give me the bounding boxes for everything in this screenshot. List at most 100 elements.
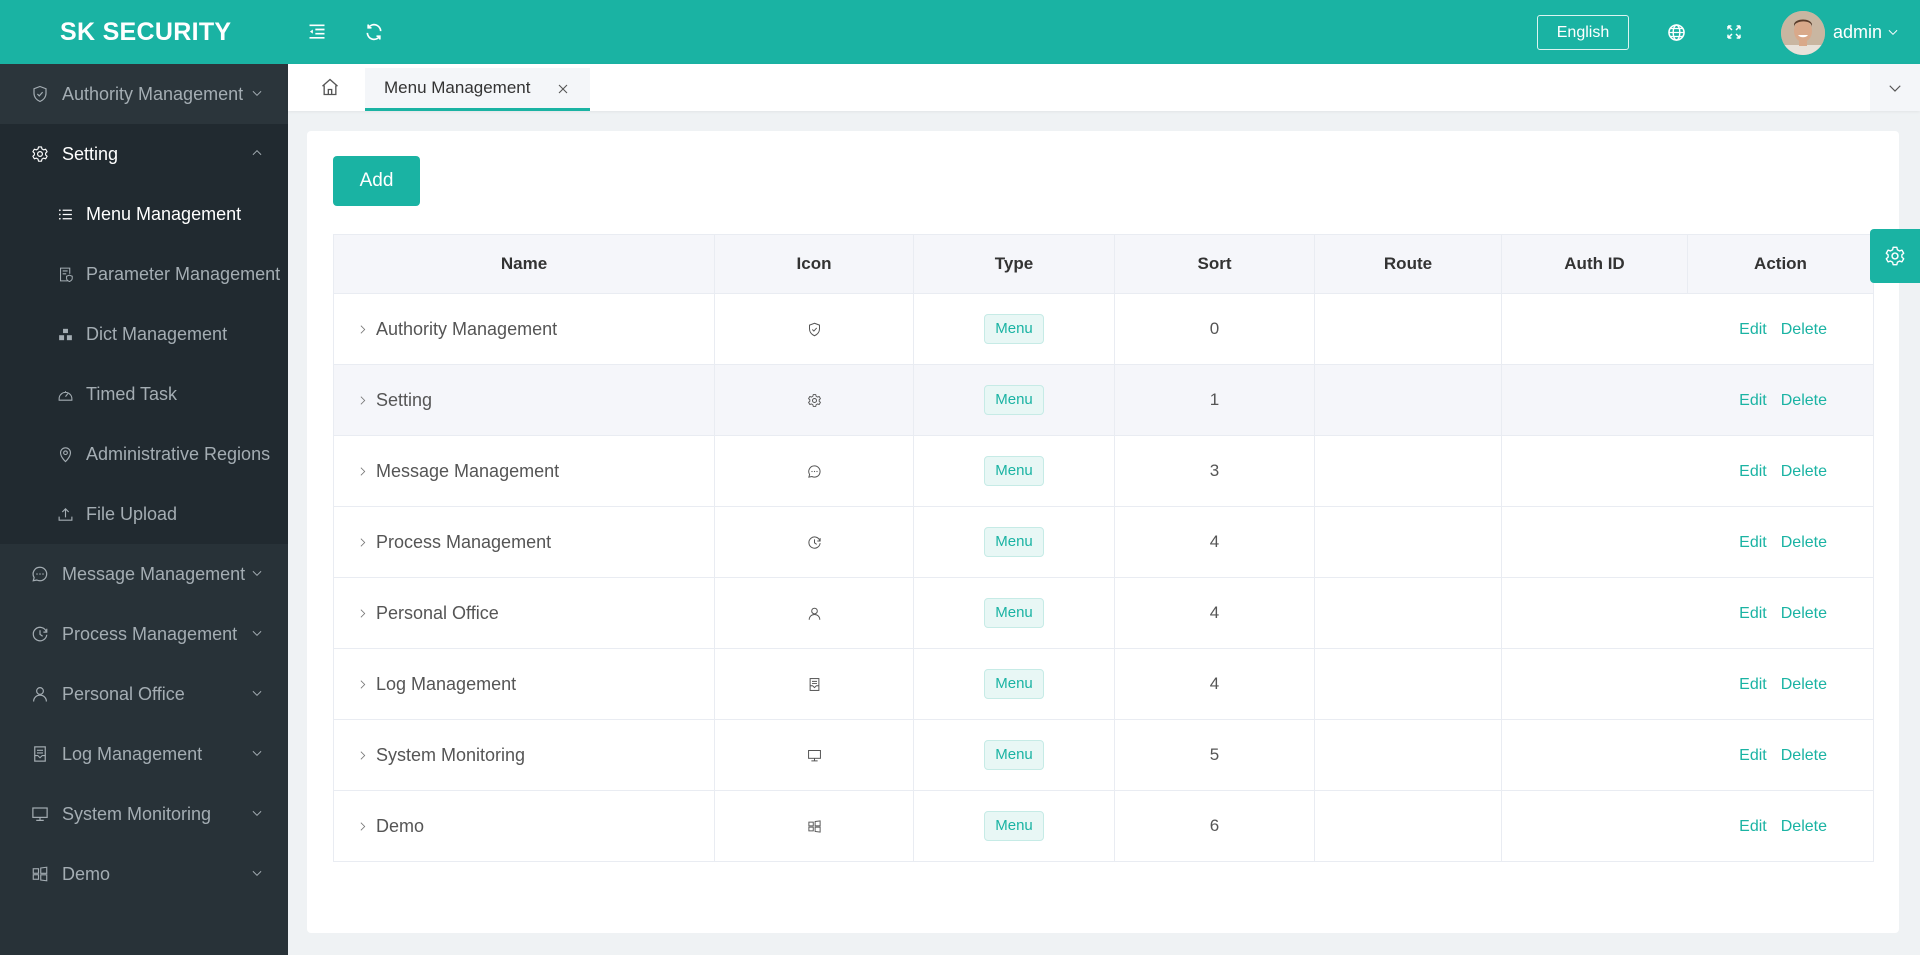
sidebar-item-menu-management[interactable]: Menu Management [0, 184, 288, 244]
cell-type: Menu [913, 648, 1115, 720]
cell-icon [714, 506, 914, 578]
delete-link[interactable]: Delete [1781, 676, 1827, 693]
row-name: Demo [376, 815, 425, 836]
cell-icon [714, 790, 914, 862]
avatar[interactable] [1781, 11, 1825, 55]
cell-sort: 3 [1114, 435, 1315, 507]
grid-icon [30, 864, 50, 884]
expand-row-button[interactable] [354, 605, 370, 621]
sidebar-item-label: Parameter Management [86, 263, 281, 284]
expand-row-button[interactable] [354, 747, 370, 763]
expand-row-button[interactable] [354, 463, 370, 479]
chevron-up-icon [250, 146, 264, 160]
delete-link[interactable]: Delete [1781, 392, 1827, 409]
cell-type: Menu [913, 577, 1115, 649]
cell-sort: 0 [1114, 293, 1315, 365]
close-icon[interactable] [555, 81, 571, 97]
type-tag: Menu [984, 314, 1044, 344]
cell-icon [714, 719, 914, 791]
user-name[interactable]: admin [1833, 0, 1882, 64]
type-tag: Menu [984, 456, 1044, 486]
chevron-down-icon [250, 626, 264, 640]
column-header-type: Type [913, 234, 1115, 294]
tab-menu-management[interactable]: Menu Management [365, 68, 590, 111]
cell-auth-id [1501, 364, 1688, 436]
tabs-more-button[interactable] [1870, 64, 1920, 111]
theme-settings-button[interactable] [1870, 229, 1920, 283]
delete-link[interactable]: Delete [1781, 534, 1827, 551]
delete-link[interactable]: Delete [1781, 605, 1827, 622]
document-shield-icon [56, 265, 74, 283]
edit-link[interactable]: Edit [1739, 534, 1767, 551]
cell-action: Edit Delete [1687, 364, 1874, 436]
edit-link[interactable]: Edit [1739, 463, 1767, 480]
cell-name: Personal Office [333, 577, 715, 649]
chevron-right-icon [356, 678, 369, 691]
content-card: Add Name Icon Type Sort Route Auth ID Ac… [307, 131, 1899, 933]
sidebar-item-parameter-management[interactable]: Parameter Management [0, 244, 288, 304]
sidebar-item-demo[interactable]: Demo [0, 844, 288, 904]
edit-link[interactable]: Edit [1739, 676, 1767, 693]
cell-type: Menu [913, 364, 1115, 436]
cell-action: Edit Delete [1687, 435, 1874, 507]
sidebar-item-label: Process Management [62, 623, 238, 644]
delete-link[interactable]: Delete [1781, 818, 1827, 835]
cell-auth-id [1501, 506, 1688, 578]
collapse-sidebar-button[interactable] [305, 20, 329, 44]
globe-button[interactable] [1664, 20, 1688, 44]
sidebar-item-label: File Upload [86, 503, 178, 524]
cell-route [1314, 719, 1502, 791]
sidebar-item-process-management[interactable]: Process Management [0, 604, 288, 664]
fullscreen-button[interactable] [1722, 20, 1746, 44]
expand-row-button[interactable] [354, 676, 370, 692]
tabs-bar: Menu Management [288, 64, 1920, 111]
language-button[interactable]: English [1537, 15, 1629, 50]
user-avatar-image [1781, 11, 1825, 55]
edit-link[interactable]: Edit [1739, 392, 1767, 409]
sidebar-item-administrative-regions[interactable]: Administrative Regions [0, 424, 288, 484]
user-icon [805, 605, 823, 623]
expand-row-button[interactable] [354, 534, 370, 550]
monitor-icon [805, 747, 823, 765]
sidebar-item-authority-management[interactable]: Authority Management [0, 64, 288, 124]
home-tab[interactable] [320, 77, 340, 97]
sidebar-item-message-management[interactable]: Message Management [0, 544, 288, 604]
globe-icon [1667, 23, 1685, 41]
sidebar-item-timed-task[interactable]: Timed Task [0, 364, 288, 424]
sidebar-item-setting[interactable]: Setting [0, 124, 288, 184]
cell-auth-id [1501, 648, 1688, 720]
tab-label: Menu Management [384, 78, 531, 97]
edit-link[interactable]: Edit [1739, 605, 1767, 622]
delete-link[interactable]: Delete [1781, 463, 1827, 480]
column-header-sort: Sort [1114, 234, 1315, 294]
chevron-down-icon[interactable] [1886, 25, 1900, 39]
delete-link[interactable]: Delete [1781, 747, 1827, 764]
chevron-down-icon [250, 686, 264, 700]
chevron-right-icon [356, 607, 369, 620]
expand-row-button[interactable] [354, 392, 370, 408]
sidebar-item-file-upload[interactable]: File Upload [0, 484, 288, 544]
cell-route [1314, 790, 1502, 862]
refresh-button[interactable] [362, 20, 386, 44]
cell-name: Process Management [333, 506, 715, 578]
app-logo: SK SECURITY [60, 18, 232, 46]
add-button[interactable]: Add [333, 156, 420, 206]
expand-row-button[interactable] [354, 818, 370, 834]
cell-type: Menu [913, 790, 1115, 862]
grid-icon [805, 818, 823, 836]
table-row: Message Management Menu 3 Edit Delete [333, 435, 1874, 507]
sidebar-item-log-management[interactable]: Log Management [0, 724, 288, 784]
sidebar-item-dict-management[interactable]: Dict Management [0, 304, 288, 364]
delete-link[interactable]: Delete [1781, 321, 1827, 338]
edit-link[interactable]: Edit [1739, 747, 1767, 764]
expand-row-button[interactable] [354, 321, 370, 337]
type-tag: Menu [984, 811, 1044, 841]
cell-auth-id [1501, 435, 1688, 507]
sidebar-item-personal-office[interactable]: Personal Office [0, 664, 288, 724]
edit-link[interactable]: Edit [1739, 818, 1767, 835]
cell-icon [714, 435, 914, 507]
sidebar-item-label: Administrative Regions [86, 443, 271, 464]
sidebar-item-system-monitoring[interactable]: System Monitoring [0, 784, 288, 844]
table-row: Personal Office Menu 4 Edit Delete [333, 577, 1874, 649]
edit-link[interactable]: Edit [1739, 321, 1767, 338]
